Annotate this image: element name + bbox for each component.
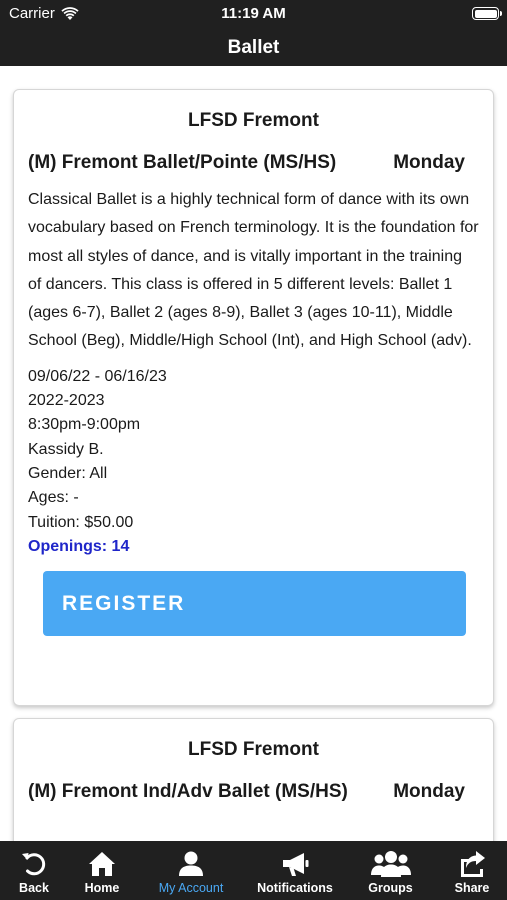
tab-label: Groups <box>368 881 413 895</box>
tab-my-account[interactable]: My Account <box>136 841 246 900</box>
register-button[interactable]: REGISTER <box>43 571 466 637</box>
class-list[interactable]: LFSD Fremont (M) Fremont Ballet/Pointe (… <box>0 66 507 841</box>
class-ages: Ages: - <box>28 489 79 507</box>
class-location: LFSD Fremont <box>188 739 319 760</box>
share-icon <box>461 851 485 877</box>
group-icon <box>370 851 411 877</box>
status-time: 11:19 AM <box>221 5 286 22</box>
tab-back[interactable]: Back <box>0 841 68 900</box>
tab-bar: Back Home My Account Notifications Group… <box>0 841 507 900</box>
class-location: LFSD Fremont <box>188 110 319 131</box>
tab-label: Home <box>84 881 120 895</box>
class-tuition: Tuition: $50.00 <box>28 513 134 531</box>
class-time: 8:30pm-9:00pm <box>28 416 141 434</box>
tab-label: Share <box>454 881 490 895</box>
back-arrow-icon <box>22 853 46 876</box>
class-title-row: (M) Fremont Ballet/Pointe (MS/HS) Monday <box>28 146 479 180</box>
battery-icon <box>472 7 502 20</box>
tab-label: Back <box>19 881 49 895</box>
class-details: 09/06/22 - 06/16/23 2022-2023 8:30pm-9:0… <box>28 365 479 559</box>
class-card: LFSD Fremont (M) Fremont Ind/Adv Ballet … <box>13 718 494 841</box>
class-day: Monday <box>393 152 465 173</box>
class-openings: Openings: 14 <box>28 537 130 555</box>
page-title: Ballet <box>227 37 280 58</box>
class-card: LFSD Fremont (M) Fremont Ballet/Pointe (… <box>13 89 494 706</box>
class-title: (M) Fremont Ind/Adv Ballet (MS/HS) <box>28 781 348 802</box>
tab-label: Notifications <box>257 881 333 895</box>
tab-notifications[interactable]: Notifications <box>246 841 344 900</box>
home-icon <box>89 852 115 876</box>
megaphone-icon <box>283 853 309 876</box>
class-title-row: (M) Fremont Ind/Adv Ballet (MS/HS) Monda… <box>28 775 479 809</box>
tab-label: My Account <box>158 881 224 895</box>
class-day: Monday <box>393 781 465 802</box>
tab-groups[interactable]: Groups <box>344 841 437 900</box>
class-instructor: Kassidy B. <box>28 440 104 458</box>
class-gender: Gender: All <box>28 464 108 482</box>
user-icon <box>179 851 203 876</box>
class-title: (M) Fremont Ballet/Pointe (MS/HS) <box>28 152 337 173</box>
navigation-bar: Ballet <box>0 30 507 66</box>
class-description: Classical Ballet is a highly technical f… <box>28 191 479 350</box>
tab-home[interactable]: Home <box>68 841 136 900</box>
tab-share[interactable]: Share <box>437 841 507 900</box>
class-dates: 09/06/22 - 06/16/23 <box>28 367 167 385</box>
class-season: 2022-2023 <box>28 392 105 410</box>
status-bar: Carrier 11:19 AM <box>0 0 507 30</box>
